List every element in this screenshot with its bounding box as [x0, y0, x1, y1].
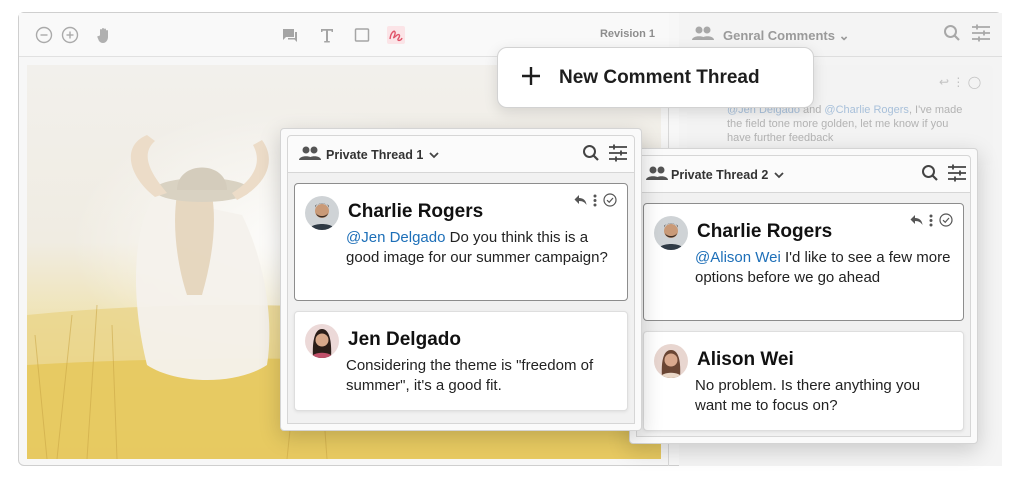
- private-thread-2-comments: Charlie Rogers @Alison Wei I'd like to s…: [636, 193, 971, 437]
- reply-icon[interactable]: [574, 194, 587, 206]
- revision-label[interactable]: Revision 1: [600, 28, 655, 40]
- avatar: [654, 344, 688, 378]
- comment-actions: [910, 212, 953, 228]
- comment-icon[interactable]: [281, 26, 299, 44]
- people-icon: [645, 165, 669, 186]
- reply-icon[interactable]: [910, 214, 923, 226]
- comment-text: Considering the theme is "freedom of sum…: [346, 357, 594, 394]
- zoom-out-icon[interactable]: [35, 26, 53, 44]
- filter-icon[interactable]: [971, 24, 991, 47]
- private-thread-2-header: Private Thread 2: [636, 155, 971, 193]
- search-icon[interactable]: [921, 164, 939, 187]
- comment-text: @Jen Delgado Do you think this is a good…: [346, 229, 608, 266]
- new-comment-thread-button[interactable]: New Comment Thread: [497, 47, 814, 108]
- hand-icon[interactable]: [95, 26, 113, 44]
- resolve-icon[interactable]: [603, 193, 617, 207]
- filter-icon[interactable]: [947, 164, 967, 187]
- private-thread-1-header: Private Thread 1: [287, 135, 635, 173]
- comment-author: Charlie Rogers: [697, 221, 833, 242]
- more-options-icon[interactable]: [593, 194, 597, 207]
- zoom-in-icon[interactable]: [61, 26, 79, 44]
- general-comments-title[interactable]: Genral Comments ⌄: [723, 28, 850, 44]
- general-comment-actions[interactable]: ↩ ⋮ ◯: [939, 75, 981, 89]
- rectangle-icon[interactable]: [353, 26, 371, 44]
- comment-author: Alison Wei: [697, 349, 794, 370]
- comment-card[interactable]: Charlie Rogers @Alison Wei I'd like to s…: [643, 203, 964, 321]
- comment-author: Charlie Rogers: [348, 201, 484, 222]
- chevron-down-icon[interactable]: [428, 148, 440, 166]
- comment-text: No problem. Is there anything you want m…: [695, 377, 921, 414]
- comment-card[interactable]: Alison Wei No problem. Is there anything…: [643, 331, 964, 431]
- people-icon: [691, 25, 715, 46]
- private-thread-1-comments: Charlie Rogers @Jen Delgado Do you think…: [287, 173, 635, 424]
- avatar: [654, 216, 688, 250]
- comment-author: Jen Delgado: [348, 329, 461, 350]
- draw-icon[interactable]: [387, 26, 405, 44]
- private-thread-2-panel: Private Thread 2 Charlie Rogers @Alison …: [629, 148, 978, 444]
- filter-icon[interactable]: [608, 144, 628, 167]
- private-thread-1-title[interactable]: Private Thread 1: [326, 148, 423, 162]
- avatar: [305, 196, 339, 230]
- private-thread-1-panel: Private Thread 1 Charlie Rogers @Jen Del…: [280, 128, 642, 431]
- private-thread-2-title[interactable]: Private Thread 2: [671, 168, 768, 182]
- search-icon[interactable]: [582, 144, 600, 167]
- people-icon: [298, 145, 322, 166]
- chevron-down-icon[interactable]: [773, 168, 785, 186]
- comment-text: @Alison Wei I'd like to see a few more o…: [695, 249, 951, 286]
- avatar: [305, 324, 339, 358]
- general-comment-text: @Jen Delgado and @Charlie Rogers, I've m…: [727, 104, 963, 144]
- search-icon[interactable]: [943, 24, 961, 47]
- comment-card[interactable]: Jen Delgado Considering the theme is "fr…: [294, 311, 628, 411]
- plus-icon: [520, 65, 542, 87]
- new-comment-thread-label: New Comment Thread: [559, 67, 760, 88]
- resolve-icon[interactable]: [939, 213, 953, 227]
- text-icon[interactable]: [318, 26, 336, 44]
- comment-actions: [574, 192, 617, 208]
- more-options-icon[interactable]: [929, 214, 933, 227]
- comment-card[interactable]: Charlie Rogers @Jen Delgado Do you think…: [294, 183, 628, 301]
